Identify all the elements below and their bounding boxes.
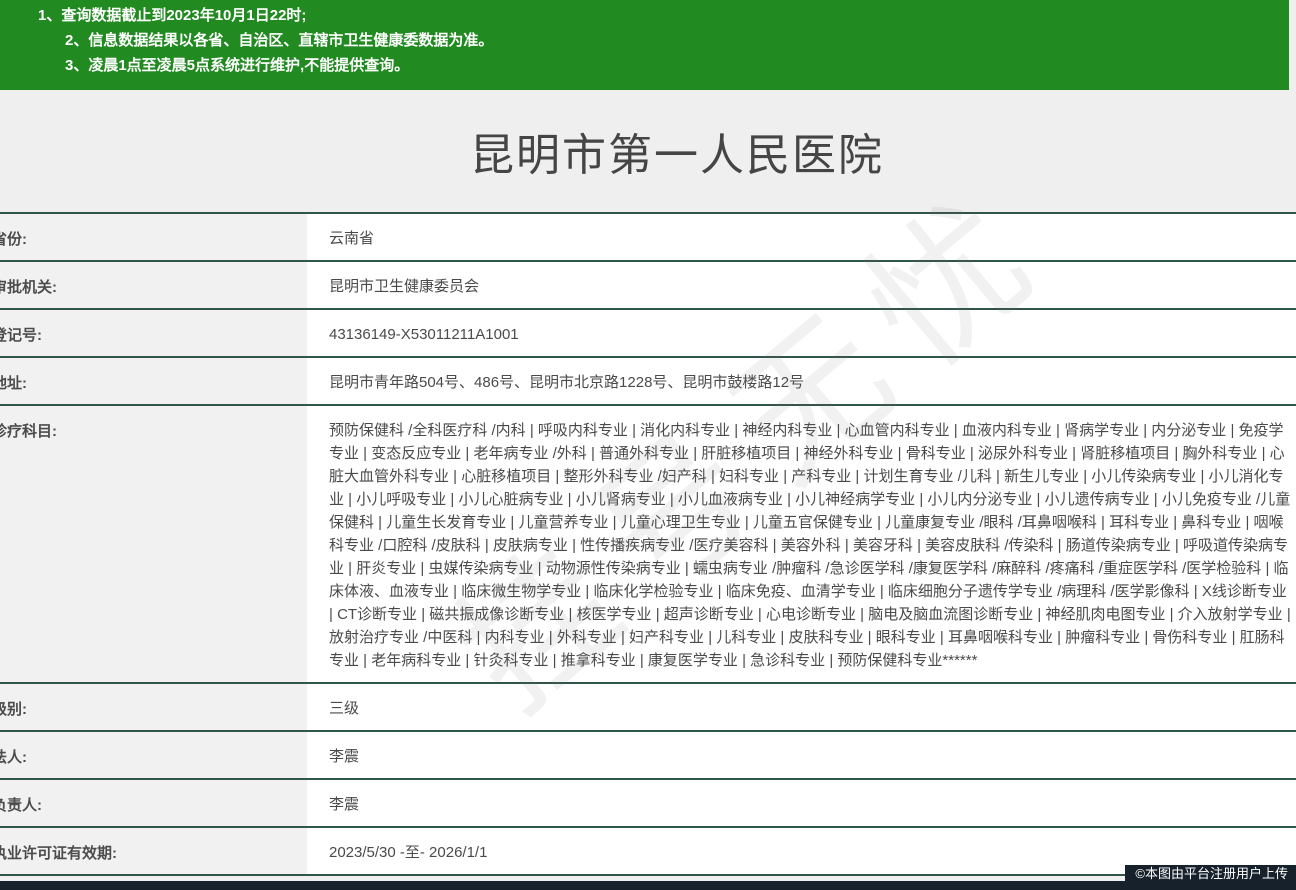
row-value: 昆明市卫生健康委员会 [307, 262, 1296, 308]
notice-line: 2、信息数据结果以各省、自治区、直辖市卫生健康委数据为准。 [65, 28, 1289, 53]
row-label: 诊疗科目: [0, 406, 307, 682]
footer-bar [0, 881, 1296, 890]
notice-line: 1、查询数据截止到2023年10月1日22时; [38, 3, 1289, 28]
row-value: 三级 [307, 684, 1296, 730]
table-row-license-validity: 执业许可证有效期: 2023/5/30 -至- 2026/1/1 [0, 828, 1296, 876]
notice-line: 3、凌晨1点至凌晨5点系统进行维护,不能提供查询。 [65, 53, 1289, 78]
row-label: 法人: [0, 732, 307, 778]
page-title: 昆明市第一人民医院 [470, 119, 884, 183]
row-value: 李震 [307, 732, 1296, 778]
notice-banner: 1、查询数据截止到2023年10月1日22时; 2、信息数据结果以各省、自治区、… [0, 0, 1289, 90]
row-value: 李震 [307, 780, 1296, 826]
table-row-legal-person: 法人: 李震 [0, 732, 1296, 780]
row-label: 级别: [0, 684, 307, 730]
table-row-address: 地址: 昆明市青年路504号、486号、昆明市北京路1228号、昆明市鼓楼路12… [0, 358, 1296, 406]
table-row-level: 级别: 三级 [0, 684, 1296, 732]
row-label: 登记号: [0, 310, 307, 356]
row-value: 预防保健科 /全科医疗科 /内科 | 呼吸内科专业 | 消化内科专业 | 神经内… [307, 406, 1294, 682]
row-label: 地址: [0, 358, 307, 404]
table-row-province: 省份: 云南省 [0, 214, 1296, 262]
table-row-approval-authority: 审批机关: 昆明市卫生健康委员会 [0, 262, 1296, 310]
row-value: 43136149-X53011211A1001 [307, 310, 1296, 356]
row-value: 云南省 [307, 214, 1296, 260]
page-content: 1、查询数据截止到2023年10月1日22时; 2、信息数据结果以各省、自治区、… [0, 0, 1296, 876]
table-row-medical-subjects: 诊疗科目: 预防保健科 /全科医疗科 /内科 | 呼吸内科专业 | 消化内科专业… [0, 406, 1296, 684]
title-section: 昆明市第一人民医院 [0, 90, 1296, 212]
hospital-info-table: 省份: 云南省 审批机关: 昆明市卫生健康委员会 登记号: 43136149-X… [0, 212, 1296, 876]
row-label: 省份: [0, 214, 307, 260]
row-label: 负责人: [0, 780, 307, 826]
row-value: 昆明市青年路504号、486号、昆明市北京路1228号、昆明市鼓楼路12号 [307, 358, 1296, 404]
row-label: 执业许可证有效期: [0, 828, 307, 874]
table-row-person-in-charge: 负责人: 李震 [0, 780, 1296, 828]
table-row-registration-number: 登记号: 43136149-X53011211A1001 [0, 310, 1296, 358]
copyright-badge: ©本图由平台注册用户上传 [1125, 865, 1296, 884]
row-label: 审批机关: [0, 262, 307, 308]
